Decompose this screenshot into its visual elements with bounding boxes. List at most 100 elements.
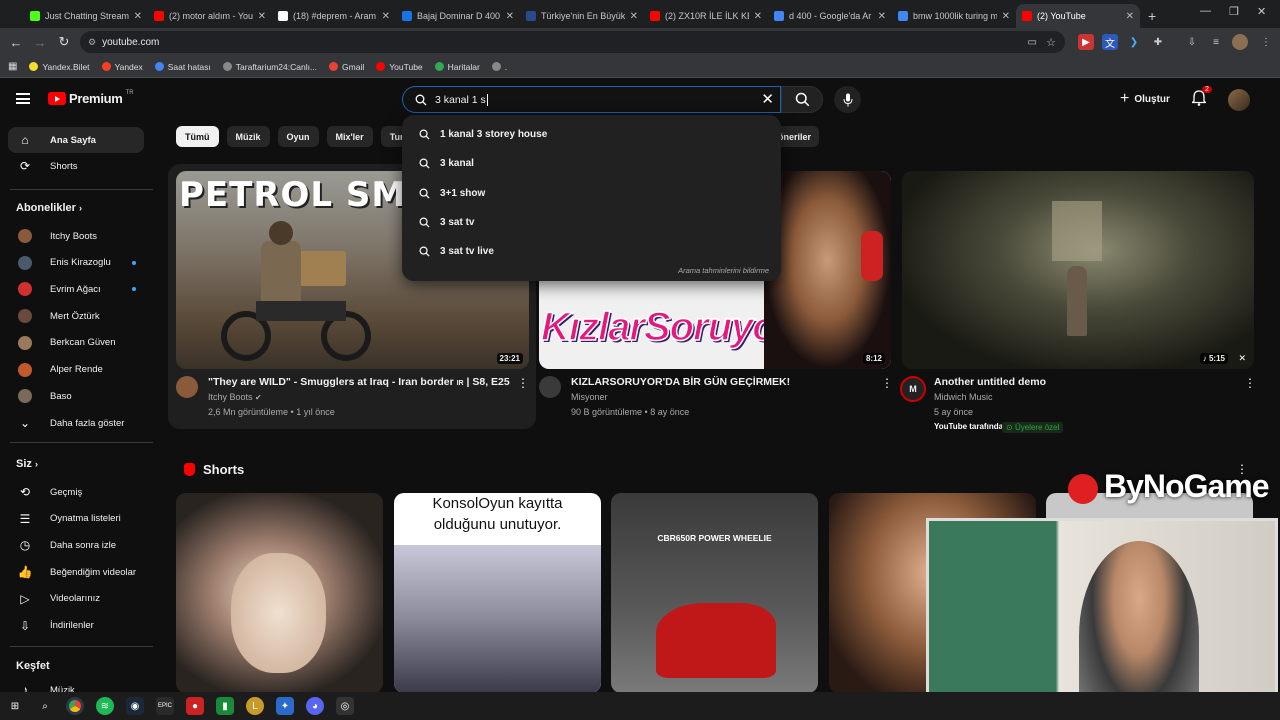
browser-tab[interactable]: (2) motor aldım - You ✕ [148, 4, 272, 28]
new-tab-button[interactable]: + [1140, 4, 1164, 28]
translate-icon[interactable]: 文 [1102, 34, 1118, 50]
clear-search-icon[interactable]: ✕ [761, 90, 774, 108]
bookmark-item[interactable]: Saat hatası [154, 62, 211, 72]
steam-icon[interactable]: ◉ [126, 697, 144, 715]
close-window-button[interactable]: ✕ [1257, 5, 1266, 18]
notifications-button[interactable]: 2 [1190, 86, 1212, 111]
search-suggestion[interactable]: 3+1 show [402, 179, 781, 208]
reload-icon[interactable]: ↻ [52, 34, 76, 50]
sidebar-subscription[interactable]: Enis Kirazoglu [8, 250, 144, 276]
chrome-icon[interactable] [66, 697, 84, 715]
search-icon[interactable]: ⌕ [36, 697, 54, 715]
install-icon[interactable]: ▭ [1028, 37, 1037, 48]
channel-avatar[interactable] [539, 376, 561, 398]
sidebar-item-shorts[interactable]: ⟳ Shorts [8, 153, 144, 179]
bookmark-star-icon[interactable]: ☆ [1046, 36, 1056, 49]
epic-games-icon[interactable]: EPIC [156, 697, 174, 715]
sidebar-item-you[interactable]: 👍 Beğendiğim videolar [8, 559, 144, 585]
browser-tab[interactable]: bmw 1000lik turing m ✕ [892, 4, 1016, 28]
filter-chip[interactable]: Oyun [277, 126, 319, 147]
forward-icon[interactable]: → [28, 35, 52, 50]
video-thumbnail[interactable]: ♪ 5:15 ✕ [902, 171, 1254, 369]
filter-chip[interactable]: Müzik [226, 126, 270, 147]
search-button[interactable] [781, 86, 823, 113]
show-more-button[interactable]: ⌄ Daha fazla göster [8, 410, 144, 436]
bookmark-item[interactable]: Haritalar [434, 62, 480, 72]
channel-avatar[interactable] [176, 376, 198, 398]
sidebar-item-you[interactable]: ▷ Videolarınız [8, 586, 144, 612]
bookmark-item[interactable]: YouTube [376, 62, 423, 72]
more-actions-icon[interactable]: ⋮ [517, 376, 529, 390]
menu-icon[interactable] [16, 93, 30, 104]
search-suggestion[interactable]: 3 kanal [402, 149, 781, 178]
close-tab-icon[interactable]: ✕ [1002, 11, 1010, 22]
extension-red-icon[interactable]: ▶ [1078, 34, 1094, 50]
browser-tab[interactable]: Bajaj Dominar D 400 ✕ [396, 4, 520, 28]
video-title[interactable]: KIZLARSORUYOR'DA BİR GÜN GEÇİRMEK! [571, 376, 790, 388]
channel-avatar[interactable]: M [900, 376, 926, 402]
bookmark-item[interactable]: Yandex [101, 62, 143, 72]
app-green-icon[interactable]: ▮ [216, 697, 234, 715]
url-bar[interactable]: ⚙ youtube.com ▭ ☆ [80, 31, 1065, 53]
sidebar-subscription[interactable]: Baso [8, 383, 144, 409]
voice-search-button[interactable] [834, 86, 861, 113]
create-button[interactable]: + Oluştur [1120, 90, 1170, 108]
report-predictions-link[interactable]: Arama tahminlerini bildirme [678, 266, 769, 275]
sidebar-item-you[interactable]: ⟲ Geçmiş [8, 479, 144, 505]
video-title[interactable]: "They are WILD" - Smugglers at Iraq - Ir… [208, 376, 510, 388]
sidebar-subscription[interactable]: Itchy Boots [8, 223, 144, 249]
reading-list-icon[interactable]: ≡ [1208, 34, 1224, 50]
browser-tab[interactable]: (2) YouTube ✕ [1016, 4, 1140, 28]
channel-name[interactable]: Misyoner [571, 392, 608, 402]
windows-start-icon[interactable]: ⊞ [6, 697, 24, 715]
sidebar-subscription[interactable]: Alper Rende [8, 357, 144, 383]
search-suggestion[interactable]: 3 sat tv [402, 208, 781, 237]
profile-icon[interactable] [1232, 34, 1248, 50]
short-card[interactable] [176, 493, 383, 693]
browser-tab[interactable]: Türkiye'nin En Büyük ✕ [520, 4, 644, 28]
bookmark-item[interactable]: Yandex.Bilet [29, 62, 90, 72]
close-tab-icon[interactable]: ✕ [258, 11, 266, 22]
youtube-logo[interactable]: Premium TR [48, 90, 134, 106]
bookmark-item[interactable]: Taraftarium24:Canlı... [222, 62, 317, 72]
short-card[interactable]: KonsolOyun kayıtta olduğunu unutuyor. [394, 493, 601, 693]
app-red-icon[interactable]: ● [186, 697, 204, 715]
video-title[interactable]: Another untitled demo [934, 376, 1046, 388]
close-tab-icon[interactable]: ✕ [630, 11, 638, 22]
search-suggestion[interactable]: 1 kanal 3 storey house [402, 120, 781, 149]
channel-name[interactable]: Itchy Boots ✔ [208, 392, 262, 402]
browser-tab[interactable]: (18) #deprem - Aram ✕ [272, 4, 396, 28]
more-actions-icon[interactable]: ⋮ [881, 376, 893, 390]
close-tab-icon[interactable]: ✕ [506, 11, 514, 22]
sidebar-item-you[interactable]: ◷ Daha sonra izle [8, 532, 144, 558]
subscriptions-header[interactable]: Abonelikler › [16, 202, 82, 214]
sidebar-subscription[interactable]: Evrim Ağacı [8, 276, 144, 302]
extensions-puzzle-icon[interactable]: ✚ [1150, 34, 1166, 50]
discord-icon[interactable]: ◕ [306, 697, 324, 715]
sidebar-subscription[interactable]: Berkcan Güven [8, 330, 144, 356]
minimize-button[interactable]: — [1200, 5, 1211, 17]
more-actions-icon[interactable]: ⋮ [1244, 376, 1256, 390]
extension-wave-icon[interactable]: ❯ [1126, 34, 1142, 50]
downloads-icon[interactable]: ⇩ [1184, 34, 1200, 50]
app-blue-icon[interactable]: ✦ [276, 697, 294, 715]
close-tab-icon[interactable]: ✕ [382, 11, 390, 22]
spotify-icon[interactable]: ≋ [96, 697, 114, 715]
apps-grid-icon[interactable]: ▦ [8, 61, 17, 72]
sidebar-subscription[interactable]: Mert Öztürk [8, 303, 144, 329]
bookmark-item[interactable]: Gmail [329, 62, 364, 72]
browser-tab[interactable]: Just Chatting Stream ✕ [24, 4, 148, 28]
mute-icon[interactable]: ✕ [1238, 353, 1246, 364]
close-tab-icon[interactable]: ✕ [134, 11, 142, 22]
maximize-button[interactable]: ❐ [1229, 5, 1239, 18]
sidebar-item-home[interactable]: ⌂ Ana Sayfa [8, 127, 144, 153]
league-icon[interactable]: L [246, 697, 264, 715]
short-card[interactable]: CBR650R POWER WHEELIE [611, 493, 818, 693]
browser-tab[interactable]: d 400 - Google'da Ar ✕ [768, 4, 892, 28]
browser-menu-icon[interactable]: ⋮ [1258, 34, 1274, 50]
close-tab-icon[interactable]: ✕ [754, 11, 762, 22]
sidebar-item-you[interactable]: ☰ Oynatma listeleri [8, 506, 144, 532]
back-icon[interactable]: ← [4, 35, 28, 50]
you-header[interactable]: Siz › [16, 458, 38, 470]
close-tab-icon[interactable]: ✕ [1126, 11, 1134, 22]
